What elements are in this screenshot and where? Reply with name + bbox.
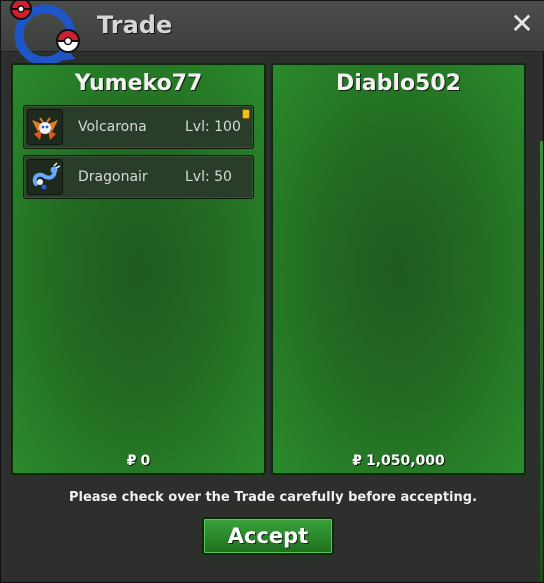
pokedollar-icon: ₽ (126, 453, 137, 469)
left-money-amount: 0 (140, 453, 151, 469)
volcarona-sprite-icon (27, 109, 63, 145)
right-money: ₽1,050,000 (273, 453, 524, 469)
pokemon-name: Volcarona (78, 119, 147, 135)
close-icon[interactable]: ✕ (509, 10, 535, 38)
right-trade-panel: Diablo502 ₽1,050,000 (271, 63, 526, 475)
trade-item-volcarona[interactable]: Volcarona Lvl: 100 (23, 105, 254, 149)
left-username: Yumeko77 (74, 71, 203, 96)
trade-window: Trade ✕ Yumeko77 Volcarona Lvl: 100 Drag… (0, 0, 544, 583)
window-title: Trade (97, 11, 173, 39)
pokemon-level: Lvl: 50 (185, 169, 232, 185)
right-username: Diablo502 (336, 71, 461, 96)
accept-button[interactable]: Accept (202, 517, 334, 555)
background-edge (540, 141, 543, 581)
left-trade-panel: Yumeko77 Volcarona Lvl: 100 Dragonair Lv… (11, 63, 266, 475)
trade-item-dragonair[interactable]: Dragonair Lvl: 50 (23, 155, 254, 199)
left-money: ₽0 (13, 453, 264, 469)
trade-notice: Please check over the Trade carefully be… (68, 490, 478, 505)
right-money-amount: 1,050,000 (365, 453, 445, 469)
dragonair-sprite-icon (27, 159, 63, 195)
item-flag-icon (243, 110, 249, 118)
trade-arrows-pokeball-icon (10, 1, 81, 63)
pokemon-level: Lvl: 100 (185, 119, 241, 135)
pokemon-name: Dragonair (78, 169, 148, 185)
pokedollar-icon: ₽ (352, 453, 362, 469)
